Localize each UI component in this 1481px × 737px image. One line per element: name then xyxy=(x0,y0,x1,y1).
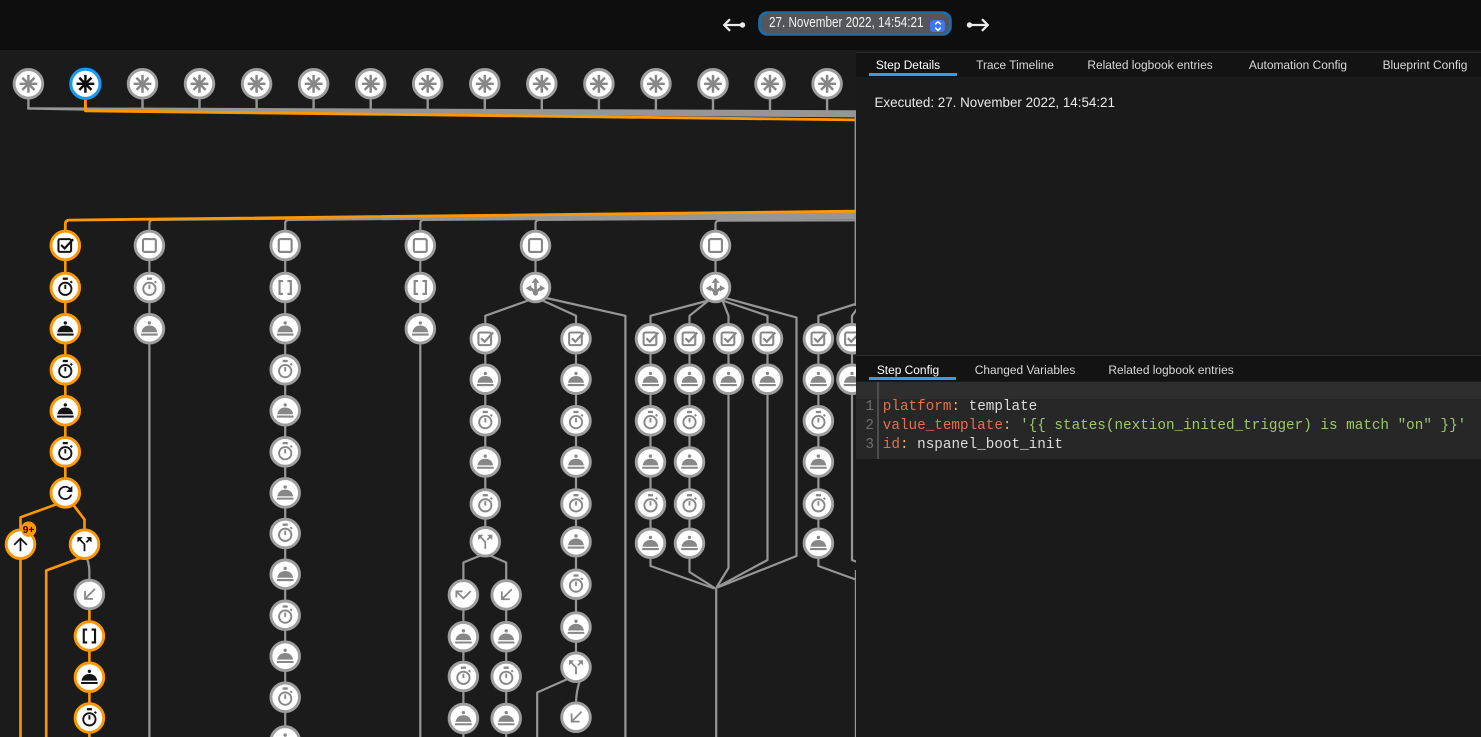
svg-text:9+: 9+ xyxy=(23,524,35,536)
